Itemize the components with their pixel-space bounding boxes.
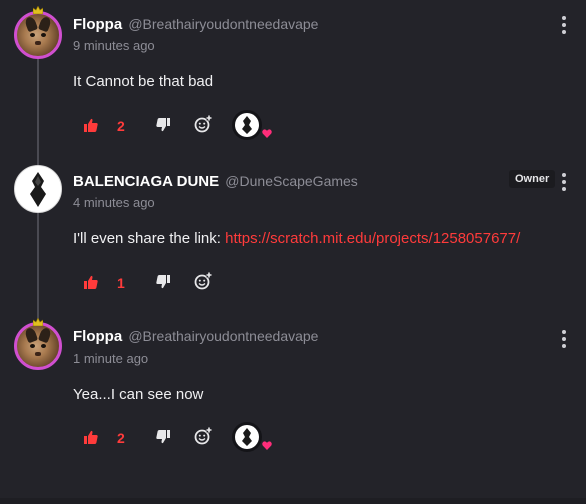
author-handle[interactable]: @Breathairyoudontneedavape	[128, 328, 318, 344]
comment-text: It Cannot be that bad	[73, 73, 214, 90]
author-handle[interactable]: @Breathairyoudontneedavape	[128, 16, 318, 32]
thread-connector	[37, 58, 39, 166]
author-name[interactable]: Floppa	[73, 16, 122, 33]
more-vertical-icon[interactable]	[560, 16, 568, 34]
add-reaction-icon[interactable]	[194, 272, 212, 290]
dune-logo-icon	[242, 116, 252, 134]
reaction-chip[interactable]	[232, 110, 262, 140]
avatar[interactable]	[14, 322, 62, 370]
heart-icon	[262, 129, 272, 138]
author-name[interactable]: BALENCIAGA DUNE	[73, 173, 219, 190]
thumbs-down-icon[interactable]	[156, 275, 170, 289]
thumbs-up-icon[interactable]	[84, 118, 98, 132]
comment-timestamp: 1 minute ago	[73, 351, 149, 366]
dune-logo-icon	[30, 172, 46, 207]
comment-actions: 2	[84, 422, 304, 452]
more-vertical-icon[interactable]	[560, 330, 568, 348]
like-count: 2	[117, 118, 125, 134]
comment-timestamp: 9 minutes ago	[73, 38, 155, 53]
like-count: 2	[117, 430, 125, 446]
thumbs-down-icon[interactable]	[156, 118, 170, 132]
add-reaction-icon[interactable]	[194, 427, 212, 445]
comment-actions: 2	[84, 110, 304, 140]
add-reaction-icon[interactable]	[194, 115, 212, 133]
comment-text: I'll even share the link: https://scratc…	[73, 230, 520, 247]
owner-badge: Owner	[509, 170, 556, 188]
author-name[interactable]: Floppa	[73, 328, 122, 345]
comment-text-prefix: I'll even share the link:	[73, 230, 226, 247]
avatar[interactable]	[14, 11, 62, 59]
comment-timestamp: 4 minutes ago	[73, 195, 155, 210]
project-link[interactable]: https://scratch.mit.edu/projects/1258057…	[225, 230, 520, 247]
thumbs-up-icon[interactable]	[84, 430, 98, 444]
comment-actions: 1	[84, 272, 304, 296]
heart-icon	[262, 441, 272, 450]
like-count: 1	[117, 275, 125, 291]
thumbs-up-icon[interactable]	[84, 275, 98, 289]
dune-logo-icon	[242, 428, 252, 446]
more-vertical-icon[interactable]	[560, 173, 568, 191]
crown-icon	[33, 318, 43, 326]
comment-author[interactable]: BALENCIAGA DUNE @DuneScapeGames	[73, 173, 358, 190]
comment-thread: Floppa @Breathairyoudontneedavape 9 minu…	[0, 0, 586, 504]
thumbs-down-icon[interactable]	[156, 430, 170, 444]
crown-icon	[33, 6, 43, 14]
comment-text: Yea...I can see now	[73, 386, 204, 403]
comment-author[interactable]: Floppa @Breathairyoudontneedavape	[73, 328, 318, 345]
avatar[interactable]	[14, 165, 62, 213]
reaction-chip[interactable]	[232, 422, 262, 452]
bottom-divider	[0, 498, 586, 504]
author-handle[interactable]: @DuneScapeGames	[225, 173, 358, 189]
thread-connector	[37, 212, 39, 320]
comment-author[interactable]: Floppa @Breathairyoudontneedavape	[73, 16, 318, 33]
